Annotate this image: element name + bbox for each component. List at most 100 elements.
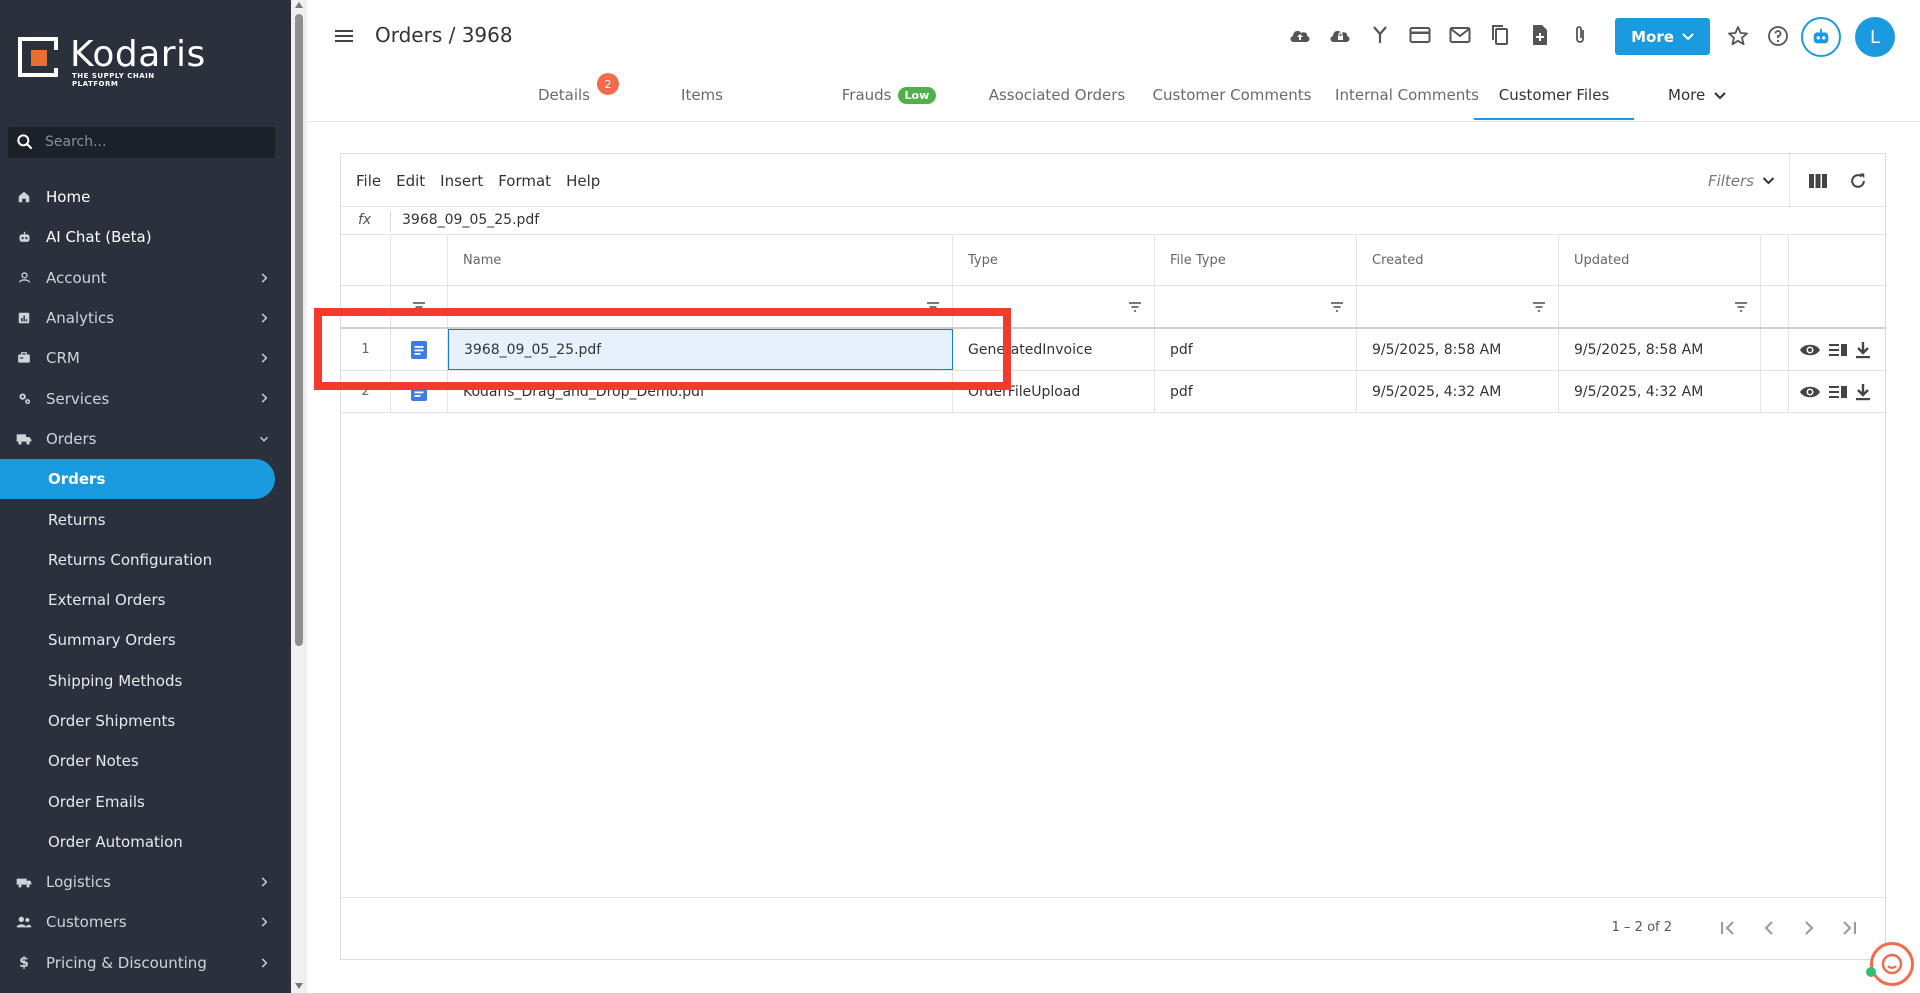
view-icon[interactable] (1799, 384, 1821, 400)
previous-page-icon[interactable] (1759, 918, 1779, 938)
cell-spacer (1761, 371, 1789, 412)
chat-widget-button[interactable] (1870, 942, 1914, 986)
filter-file-type[interactable] (1155, 286, 1357, 327)
table-header-row: Name Type File Type Created Updated (341, 236, 1885, 286)
scrollbar-thumb[interactable] (295, 14, 303, 646)
filter-updated[interactable] (1559, 286, 1761, 327)
filter-icon[interactable] (1532, 301, 1546, 313)
cell-created[interactable]: 9/5/2025, 8:58 AM (1357, 329, 1559, 370)
sidebar-scrollbar[interactable] (291, 0, 307, 993)
column-header-file-type[interactable]: File Type (1155, 236, 1357, 285)
cell-created[interactable]: 9/5/2025, 4:32 AM (1357, 371, 1559, 412)
cell-updated[interactable]: 9/5/2025, 4:32 AM (1559, 371, 1761, 412)
scroll-down-icon[interactable] (295, 983, 303, 989)
ai-assistant-button[interactable] (1801, 17, 1841, 57)
attachment-icon[interactable] (1567, 22, 1593, 48)
formula-input[interactable]: 3968_09_05_25.pdf (402, 212, 539, 228)
next-page-icon[interactable] (1799, 918, 1819, 938)
tab-label: Associated Orders (988, 86, 1126, 104)
sidebar-item-customers[interactable]: Customers (0, 902, 291, 942)
sidebar-item-returns[interactable]: Returns (0, 499, 291, 539)
menu-help[interactable]: Help (566, 172, 600, 190)
column-header-created[interactable]: Created (1357, 236, 1559, 285)
column-header-name[interactable]: Name (448, 236, 953, 285)
tab-more[interactable]: More (1657, 86, 1737, 120)
sidebar-item-shipping-methods[interactable]: Shipping Methods (0, 661, 291, 701)
sidebar-item-account[interactable]: Account (0, 258, 291, 298)
tab-bar: Details 2 Items Frauds Low Associated Ord… (307, 73, 1920, 122)
sidebar-item-returns-configuration[interactable]: Returns Configuration (0, 540, 291, 580)
menu-file[interactable]: File (356, 172, 381, 190)
cell-file-type[interactable]: pdf (1155, 371, 1357, 412)
filters-dropdown[interactable]: Filters (1708, 172, 1775, 190)
row-actions (1789, 329, 1887, 370)
help-icon[interactable] (1766, 24, 1790, 48)
sidebar-item-summary-orders[interactable]: Summary Orders (0, 620, 291, 660)
last-page-icon[interactable] (1839, 918, 1859, 938)
refresh-icon[interactable] (1848, 171, 1868, 191)
kodaris-logo[interactable]: Kodaris THE SUPPLY CHAIN PLATFORM (18, 34, 205, 88)
download-icon[interactable] (1855, 383, 1871, 401)
tab-customer-comments[interactable]: Customer Comments (1142, 86, 1322, 120)
view-icon[interactable] (1799, 342, 1821, 358)
copy-icon[interactable] (1487, 22, 1513, 48)
sidebar-item-analytics[interactable]: Analytics (0, 298, 291, 338)
first-page-icon[interactable] (1718, 918, 1738, 938)
sidebar-item-order-automation[interactable]: Order Automation (0, 822, 291, 862)
sidebar-item-home[interactable]: Home (0, 177, 291, 217)
menu-edit[interactable]: Edit (396, 172, 425, 190)
chevron-right-icon (261, 353, 268, 363)
column-header-updated[interactable]: Updated (1559, 236, 1761, 285)
search-input[interactable] (45, 131, 265, 153)
crm-icon (16, 350, 32, 366)
logo-tagline: THE SUPPLY CHAIN PLATFORM (72, 72, 155, 88)
cell-file-type[interactable]: pdf (1155, 329, 1357, 370)
sidebar-item-orders[interactable]: Orders (0, 419, 291, 459)
tab-details[interactable]: Details 2 (529, 73, 619, 120)
tab-internal-comments[interactable]: Internal Comments (1327, 86, 1487, 120)
scroll-up-icon[interactable] (295, 2, 303, 8)
online-status-dot (1866, 967, 1876, 977)
sidebar-item-pricing[interactable]: $ Pricing & Discounting (0, 943, 291, 983)
details-icon[interactable] (1828, 342, 1848, 358)
tab-frauds[interactable]: Frauds Low (824, 86, 954, 120)
menu-icon[interactable] (333, 26, 355, 46)
details-icon[interactable] (1828, 384, 1848, 400)
more-actions-button[interactable]: More (1615, 18, 1710, 55)
cloud-upload-icon[interactable] (1287, 22, 1313, 48)
tab-associated-orders[interactable]: Associated Orders (972, 86, 1142, 120)
menu-format[interactable]: Format (498, 172, 551, 190)
filter-icon[interactable] (1330, 301, 1344, 313)
toolbar-divider (1789, 154, 1790, 207)
email-icon[interactable] (1447, 22, 1473, 48)
sidebar: Kodaris THE SUPPLY CHAIN PLATFORM Home A… (0, 0, 291, 993)
pagination: 1 – 2 of 2 (341, 897, 1885, 959)
sidebar-item-external-orders[interactable]: External Orders (0, 580, 291, 620)
sidebar-item-order-notes[interactable]: Order Notes (0, 741, 291, 781)
credit-card-icon[interactable] (1407, 22, 1433, 48)
filter-icon[interactable] (1128, 301, 1142, 313)
tab-items[interactable]: Items (667, 86, 737, 120)
download-icon[interactable] (1855, 341, 1871, 359)
sidebar-item-orders-sub[interactable]: Orders (0, 459, 275, 500)
cell-updated[interactable]: 9/5/2025, 8:58 AM (1559, 329, 1761, 370)
filter-icon[interactable] (1734, 301, 1748, 313)
sidebar-item-order-emails[interactable]: Order Emails (0, 781, 291, 821)
sidebar-item-crm[interactable]: CRM (0, 338, 291, 378)
column-header-type[interactable]: Type (953, 236, 1155, 285)
sidebar-item-ai-chat[interactable]: AI Chat (Beta) (0, 217, 291, 257)
star-icon[interactable] (1726, 24, 1750, 48)
page-count: 1 – 2 of 2 (1611, 920, 1672, 935)
columns-icon[interactable] (1808, 172, 1828, 190)
sidebar-item-order-shipments[interactable]: Order Shipments (0, 701, 291, 741)
menu-insert[interactable]: Insert (440, 172, 483, 190)
tab-customer-files[interactable]: Customer Files (1474, 86, 1634, 120)
new-document-icon[interactable] (1527, 22, 1553, 48)
cloud-lock-icon[interactable] (1327, 22, 1353, 48)
merge-icon[interactable] (1367, 22, 1393, 48)
sidebar-item-logistics[interactable]: Logistics (0, 862, 291, 902)
tab-label: Customer Files (1498, 86, 1610, 104)
filter-created[interactable] (1357, 286, 1559, 327)
avatar[interactable]: L (1855, 17, 1895, 57)
sidebar-item-services[interactable]: Services (0, 378, 291, 418)
